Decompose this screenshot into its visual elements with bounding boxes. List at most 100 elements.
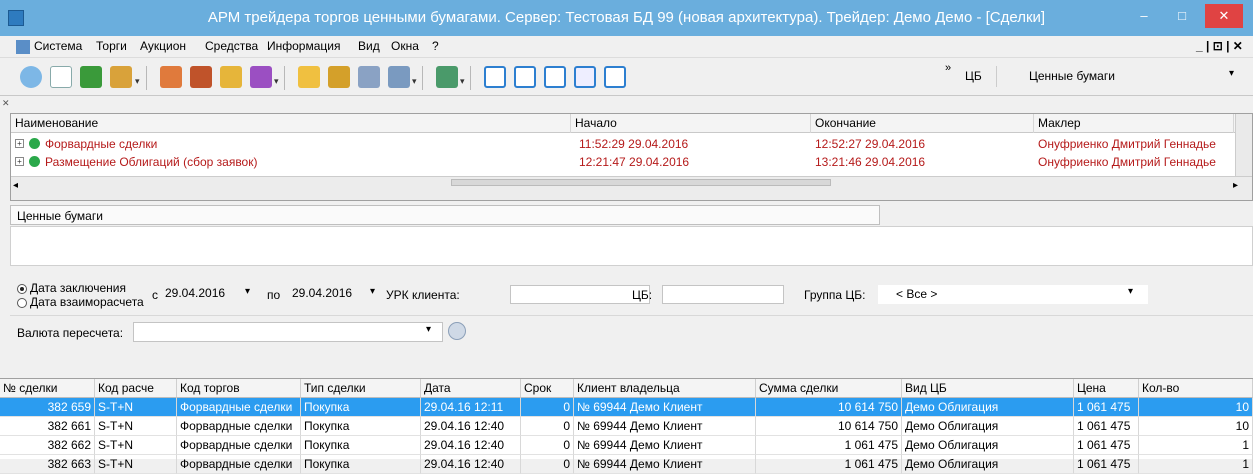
filter-icon[interactable] [448,322,466,340]
col-trade-code[interactable]: Код торгов [177,379,301,398]
cell-client: № 69944 Демо Клиент [574,417,756,436]
maximize-button[interactable]: □ [1163,4,1201,28]
menu-item-system[interactable]: Система [34,39,82,53]
cb-select[interactable]: Ценные бумаги ▾ [996,66,1246,87]
exchange-icon[interactable] [436,66,458,88]
col-broker[interactable]: Маклер [1034,114,1234,133]
vertical-scrollbar[interactable] [1235,114,1252,176]
radio-settlement-date[interactable] [17,298,27,308]
cb-filter-input[interactable] [662,285,784,304]
menu-item-view[interactable]: Вид [358,39,380,53]
col-price[interactable]: Цена [1074,379,1139,398]
cell-sum: 1 061 475 [756,455,902,474]
toolbar-separator [284,66,285,90]
cell-qty: 1 [1139,455,1253,474]
securities-panel-header: Ценные бумаги [10,205,880,225]
menu-item-trades[interactable]: Торги [96,39,127,53]
expand-icon[interactable]: + [15,157,24,166]
securities-panel-label: Ценные бумаги [17,209,103,223]
col-calc-code[interactable]: Код расче [95,379,177,398]
cell-date: 29.04.16 12:40 [421,417,521,436]
chevron-down-icon: ▾ [1229,68,1235,79]
money-bag-icon[interactable] [220,66,242,88]
scroll-right-icon[interactable]: ▸ [1233,180,1238,191]
menu-item-auction[interactable]: Аукцион [140,39,186,53]
col-client[interactable]: Клиент владельца [574,379,756,398]
close-button[interactable]: ✕ [1205,4,1243,28]
green-money-icon[interactable] [80,66,102,88]
split-horizontal-icon[interactable] [514,66,536,88]
send-icon[interactable] [250,66,272,88]
minimize-button[interactable]: – [1125,4,1163,28]
chevron-down-icon[interactable]: ▾ [245,286,250,297]
currency-select[interactable]: ▾ [133,322,443,342]
cell-client: № 69944 Демо Клиент [574,398,756,417]
cashier-icon[interactable] [298,66,320,88]
close-windows-icon[interactable] [604,66,626,88]
cell-date: 29.04.16 12:40 [421,436,521,455]
panel-close-icon[interactable]: ✕ [2,98,10,109]
urk-label: УРК клиента: [386,288,460,302]
cell-deal-type: Покупка [301,417,421,436]
handshake-icon[interactable] [190,66,212,88]
chevron-down-icon[interactable]: ▾ [370,286,375,297]
mdi-window-controls[interactable]: _ | ⊡ | ✕ [1196,39,1243,53]
cascade-icon[interactable] [574,66,596,88]
auction-row[interactable]: + Размещение Облигаций (сбор заявок) 12:… [11,153,1235,171]
cell-client: № 69944 Демо Клиент [574,436,756,455]
urk-input[interactable] [510,285,650,304]
col-date[interactable]: Дата [421,379,521,398]
chevron-down-icon: ▾ [426,324,432,335]
group-select[interactable]: < Все > ▾ [878,285,1148,304]
stopwatch-icon[interactable] [20,66,42,88]
cell-kind: Демо Облигация [902,455,1074,474]
split-vertical-icon[interactable] [544,66,566,88]
date-to-field[interactable]: 29.04.2016 [292,286,352,300]
status-active-icon [29,156,40,167]
col-qty[interactable]: Кол-во [1139,379,1253,398]
table-row[interactable]: 382 661 S-T+N Форвардные сделки Покупка … [0,417,1253,436]
scrollbar-thumb[interactable] [451,179,831,186]
col-start[interactable]: Начало [571,114,811,133]
window-layout-icon[interactable] [484,66,506,88]
document-icon[interactable] [50,66,72,88]
dropdown-arrow-icon[interactable]: ▾ [460,76,466,87]
deals-grid: № сделки Код расче Код торгов Тип сделки… [0,378,1253,474]
coins-icon[interactable] [110,66,132,88]
col-deal-no[interactable]: № сделки [0,379,95,398]
cell-kind: Демо Облигация [902,436,1074,455]
col-deal-type[interactable]: Тип сделки [301,379,421,398]
cell-price: 1 061 475 [1074,455,1139,474]
status-active-icon [29,138,40,149]
col-name[interactable]: Наименование [11,114,571,133]
wallet-icon[interactable] [328,66,350,88]
menu-item-funds[interactable]: Средства [205,39,258,53]
col-kind[interactable]: Вид ЦБ [902,379,1074,398]
menu-item-help[interactable]: ? [432,39,439,53]
table-row[interactable]: 382 662 S-T+N Форвардные сделки Покупка … [0,436,1253,455]
hand-icon[interactable] [160,66,182,88]
col-term[interactable]: Срок [521,379,574,398]
cell-sum: 10 614 750 [756,417,902,436]
dropdown-arrow-icon[interactable]: ▾ [135,76,141,87]
scroll-left-icon[interactable]: ◂ [13,180,18,191]
toolbar-overflow[interactable]: » [945,62,951,74]
auction-start: 11:52:29 29.04.2016 [579,137,689,151]
table-row[interactable]: 382 659 S-T+N Форвардные сделки Покупка … [0,398,1253,417]
radio-deal-date[interactable] [17,284,27,294]
dropdown-arrow-icon[interactable]: ▾ [274,76,280,87]
col-end[interactable]: Окончание [811,114,1034,133]
calculator-icon[interactable] [358,66,380,88]
auction-row[interactable]: + Форвардные сделки 11:52:29 29.04.2016 … [11,135,1235,153]
col-sum[interactable]: Сумма сделки [756,379,902,398]
date-from-label: с [152,288,158,302]
percent-icon[interactable] [388,66,410,88]
dropdown-arrow-icon[interactable]: ▾ [412,76,418,87]
horizontal-scrollbar[interactable]: ◂ ▸ [11,176,1252,200]
expand-icon[interactable]: + [15,139,24,148]
menu-item-info[interactable]: Информация [267,39,340,53]
date-from-field[interactable]: 29.04.2016 [165,286,225,300]
cell-sum: 10 614 750 [756,398,902,417]
table-row[interactable]: 382 663 S-T+N Форвардные сделки Покупка … [0,455,1253,474]
menu-item-windows[interactable]: Окна [391,39,419,53]
